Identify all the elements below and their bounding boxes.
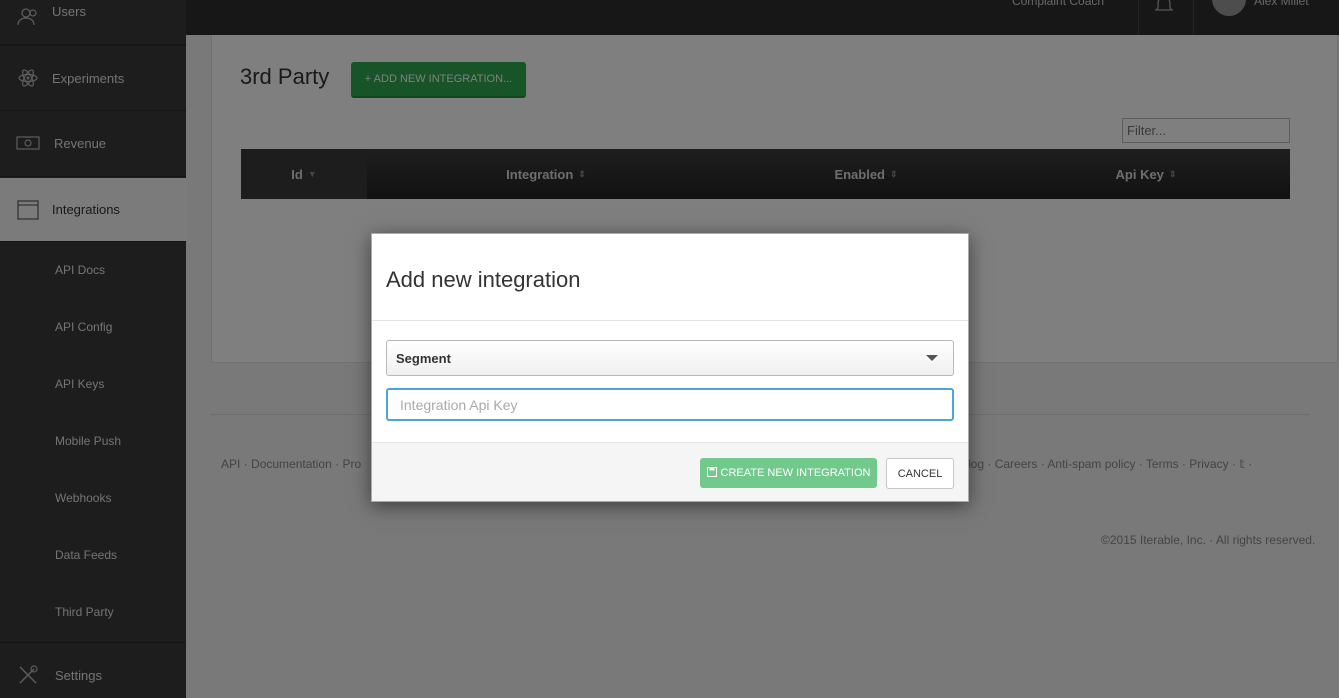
cancel-button[interactable]: CANCEL (886, 458, 954, 489)
save-icon (706, 466, 717, 480)
add-integration-modal: Add new integration Segment CREATE NEW I… (371, 233, 969, 502)
integration-type-select[interactable]: Segment (386, 340, 954, 376)
create-integration-button[interactable]: CREATE NEW INTEGRATION (700, 458, 877, 488)
modal-header: Add new integration (372, 234, 968, 321)
modal-footer: CREATE NEW INTEGRATION CANCEL (372, 442, 968, 501)
chevron-down-icon (926, 355, 938, 361)
create-button-label: CREATE NEW INTEGRATION (720, 467, 871, 479)
modal-title: Add new integration (386, 267, 581, 292)
api-key-input[interactable] (386, 388, 954, 421)
select-value: Segment (396, 350, 451, 366)
